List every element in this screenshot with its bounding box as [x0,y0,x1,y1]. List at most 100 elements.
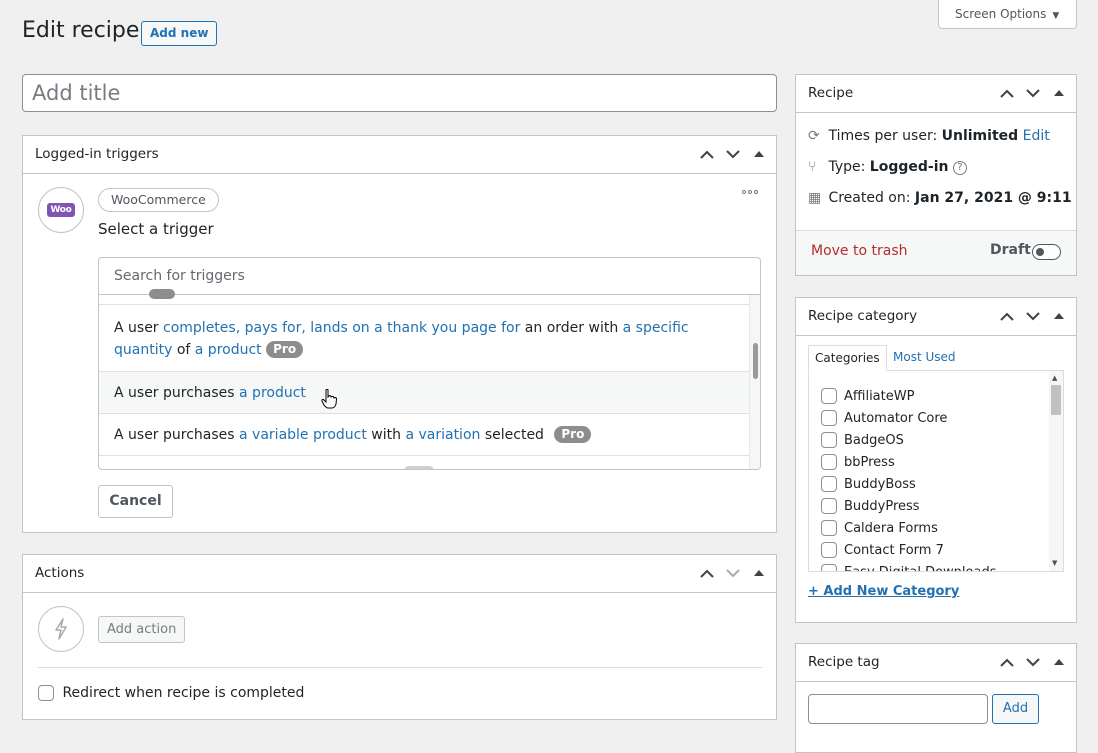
calendar-icon: ▦ [808,190,822,206]
category-list: AffiliateWP Automator Core BadgeOS bbPress B… [821,385,997,572]
scrollbar-thumb[interactable] [1051,385,1061,415]
integration-badge: WooCommerce [98,188,219,212]
scrollbar-thumb[interactable] [753,343,758,379]
triggers-box: Logged-in triggers Woo WooCommerce Selec… [22,135,777,533]
tag-box-header: Recipe tag [796,644,1076,682]
tab-categories[interactable]: Categories [808,345,887,371]
recipe-box: Recipe ⟳ Times per user: Unlimited Edit … [795,74,1077,276]
redirect-label: Redirect when recipe is completed [62,685,305,701]
category-checkbox[interactable] [821,410,837,426]
type-row: ⑂ Type: Logged-in ? [808,159,967,175]
move-down-icon[interactable] [1024,653,1042,671]
category-item[interactable]: BuddyBoss [821,473,996,495]
move-up-icon[interactable] [698,145,716,163]
category-item[interactable]: Contact Form 7 [821,539,996,561]
category-item[interactable]: Easy Digital Downloads [821,561,997,572]
move-up-icon[interactable] [698,564,716,582]
scroll-up-arrow-icon[interactable]: ▲ [1052,374,1057,382]
pro-badge: Pro [266,341,304,358]
category-item[interactable]: BadgeOS [821,429,996,451]
collapse-toggle-icon[interactable] [750,145,768,163]
created-row: ▦ Created on: Jan 27, 2021 @ 9:11 [808,190,1072,206]
category-checkbox[interactable] [821,564,837,571]
trigger-option-hovered[interactable]: A user purchases a product [99,372,749,414]
collapse-toggle-icon[interactable] [1050,307,1068,325]
trigger-option[interactable]: A user completes, pays for, lands on a t… [99,306,749,372]
refresh-icon: ⟳ [808,128,820,144]
collapse-toggle-icon[interactable] [1050,653,1068,671]
title-placeholder: Add title [32,81,121,105]
category-item[interactable]: AffiliateWP [821,385,996,407]
move-down-icon[interactable] [724,145,742,163]
actions-box-header: Actions [23,555,776,593]
category-checkbox[interactable] [821,498,837,514]
trigger-option-text: A user purchases a variable product with… [114,427,544,443]
category-checkbox[interactable] [821,520,837,536]
times-per-user-value: Unlimited [941,128,1019,144]
select-trigger-label: Select a trigger [98,220,214,238]
created-value: Jan 27, 2021 @ 9:11 [914,190,1072,206]
woocommerce-logo-icon: Woo [47,203,75,217]
trigger-option[interactable]: A user purchases a variable product with… [99,414,749,456]
trigger-search-placeholder: Search for triggers [114,268,245,284]
status-toggle[interactable] [1032,244,1061,260]
category-label: Easy Digital Downloads [844,564,997,572]
trigger-dropdown: Search for triggers A user completes, pa… [98,257,761,470]
category-checklist: AffiliateWP Automator Core BadgeOS bbPress B… [808,370,1064,572]
cancel-button[interactable]: Cancel [98,485,173,518]
tab-most-used[interactable]: Most Used [893,345,956,371]
add-new-button[interactable]: Add new [141,21,218,46]
screen-options-toggle[interactable]: Screen Options ▼ [938,0,1077,29]
tag-input[interactable] [808,694,988,724]
redirect-checkbox[interactable] [38,685,54,701]
trigger-option-text: A user purchases a product [114,385,306,401]
trigger-list-scrollbar[interactable] [749,295,760,469]
category-checkbox[interactable] [821,454,837,470]
title-input[interactable]: Add title [22,74,777,112]
recipe-box-footer: Move to trash Draft [796,230,1076,275]
recipe-box-header: Recipe [796,75,1076,113]
trigger-option-partial-top [99,289,749,305]
actions-box-title: Actions [35,565,85,581]
move-to-trash-link[interactable]: Move to trash [811,243,908,259]
more-options-icon[interactable] [740,186,760,198]
category-box-header: Recipe category [796,298,1076,336]
tag-box-title: Recipe tag [808,654,880,670]
category-checkbox[interactable] [821,388,837,404]
category-scrollbar[interactable]: ▲ ▼ [1049,371,1063,571]
move-down-icon[interactable] [1024,84,1042,102]
add-action-button[interactable]: Add action [98,616,186,643]
triggers-box-title: Logged-in triggers [35,146,159,162]
category-item[interactable]: Automator Core [821,407,996,429]
redirect-option[interactable]: Redirect when recipe is completed [38,685,304,701]
collapse-toggle-icon[interactable] [1050,84,1068,102]
category-label: BuddyBoss [844,476,916,492]
move-up-icon[interactable] [998,307,1016,325]
category-item[interactable]: BuddyPress [821,495,996,517]
move-up-icon[interactable] [998,84,1016,102]
category-checkbox[interactable] [821,476,837,492]
category-checkbox[interactable] [821,432,837,448]
collapse-toggle-icon[interactable] [750,564,768,582]
type-label: Type: [828,159,866,175]
trigger-search-input[interactable]: Search for triggers [99,258,760,295]
category-item[interactable]: Caldera Forms [821,517,996,539]
lightning-bolt-icon [55,618,67,640]
category-checkbox[interactable] [821,542,837,558]
category-label: Contact Form 7 [844,542,944,558]
type-value: Logged-in [869,159,949,175]
edit-times-link[interactable]: Edit [1023,128,1050,144]
add-tag-button[interactable]: Add [992,694,1039,724]
help-icon[interactable]: ? [952,161,967,175]
move-down-icon[interactable] [1024,307,1042,325]
scroll-down-arrow-icon[interactable]: ▼ [1052,559,1057,567]
recipe-box-title: Recipe [808,85,854,101]
category-item[interactable]: bbPress [821,451,996,473]
recipe-tag-box: Recipe tag Add [795,643,1077,753]
category-label: BadgeOS [844,432,904,448]
move-down-icon[interactable] [724,564,742,582]
add-new-category-link[interactable]: + Add New Category [808,584,959,599]
category-label: Caldera Forms [844,520,938,536]
category-label: bbPress [844,454,895,470]
move-up-icon[interactable] [998,653,1016,671]
